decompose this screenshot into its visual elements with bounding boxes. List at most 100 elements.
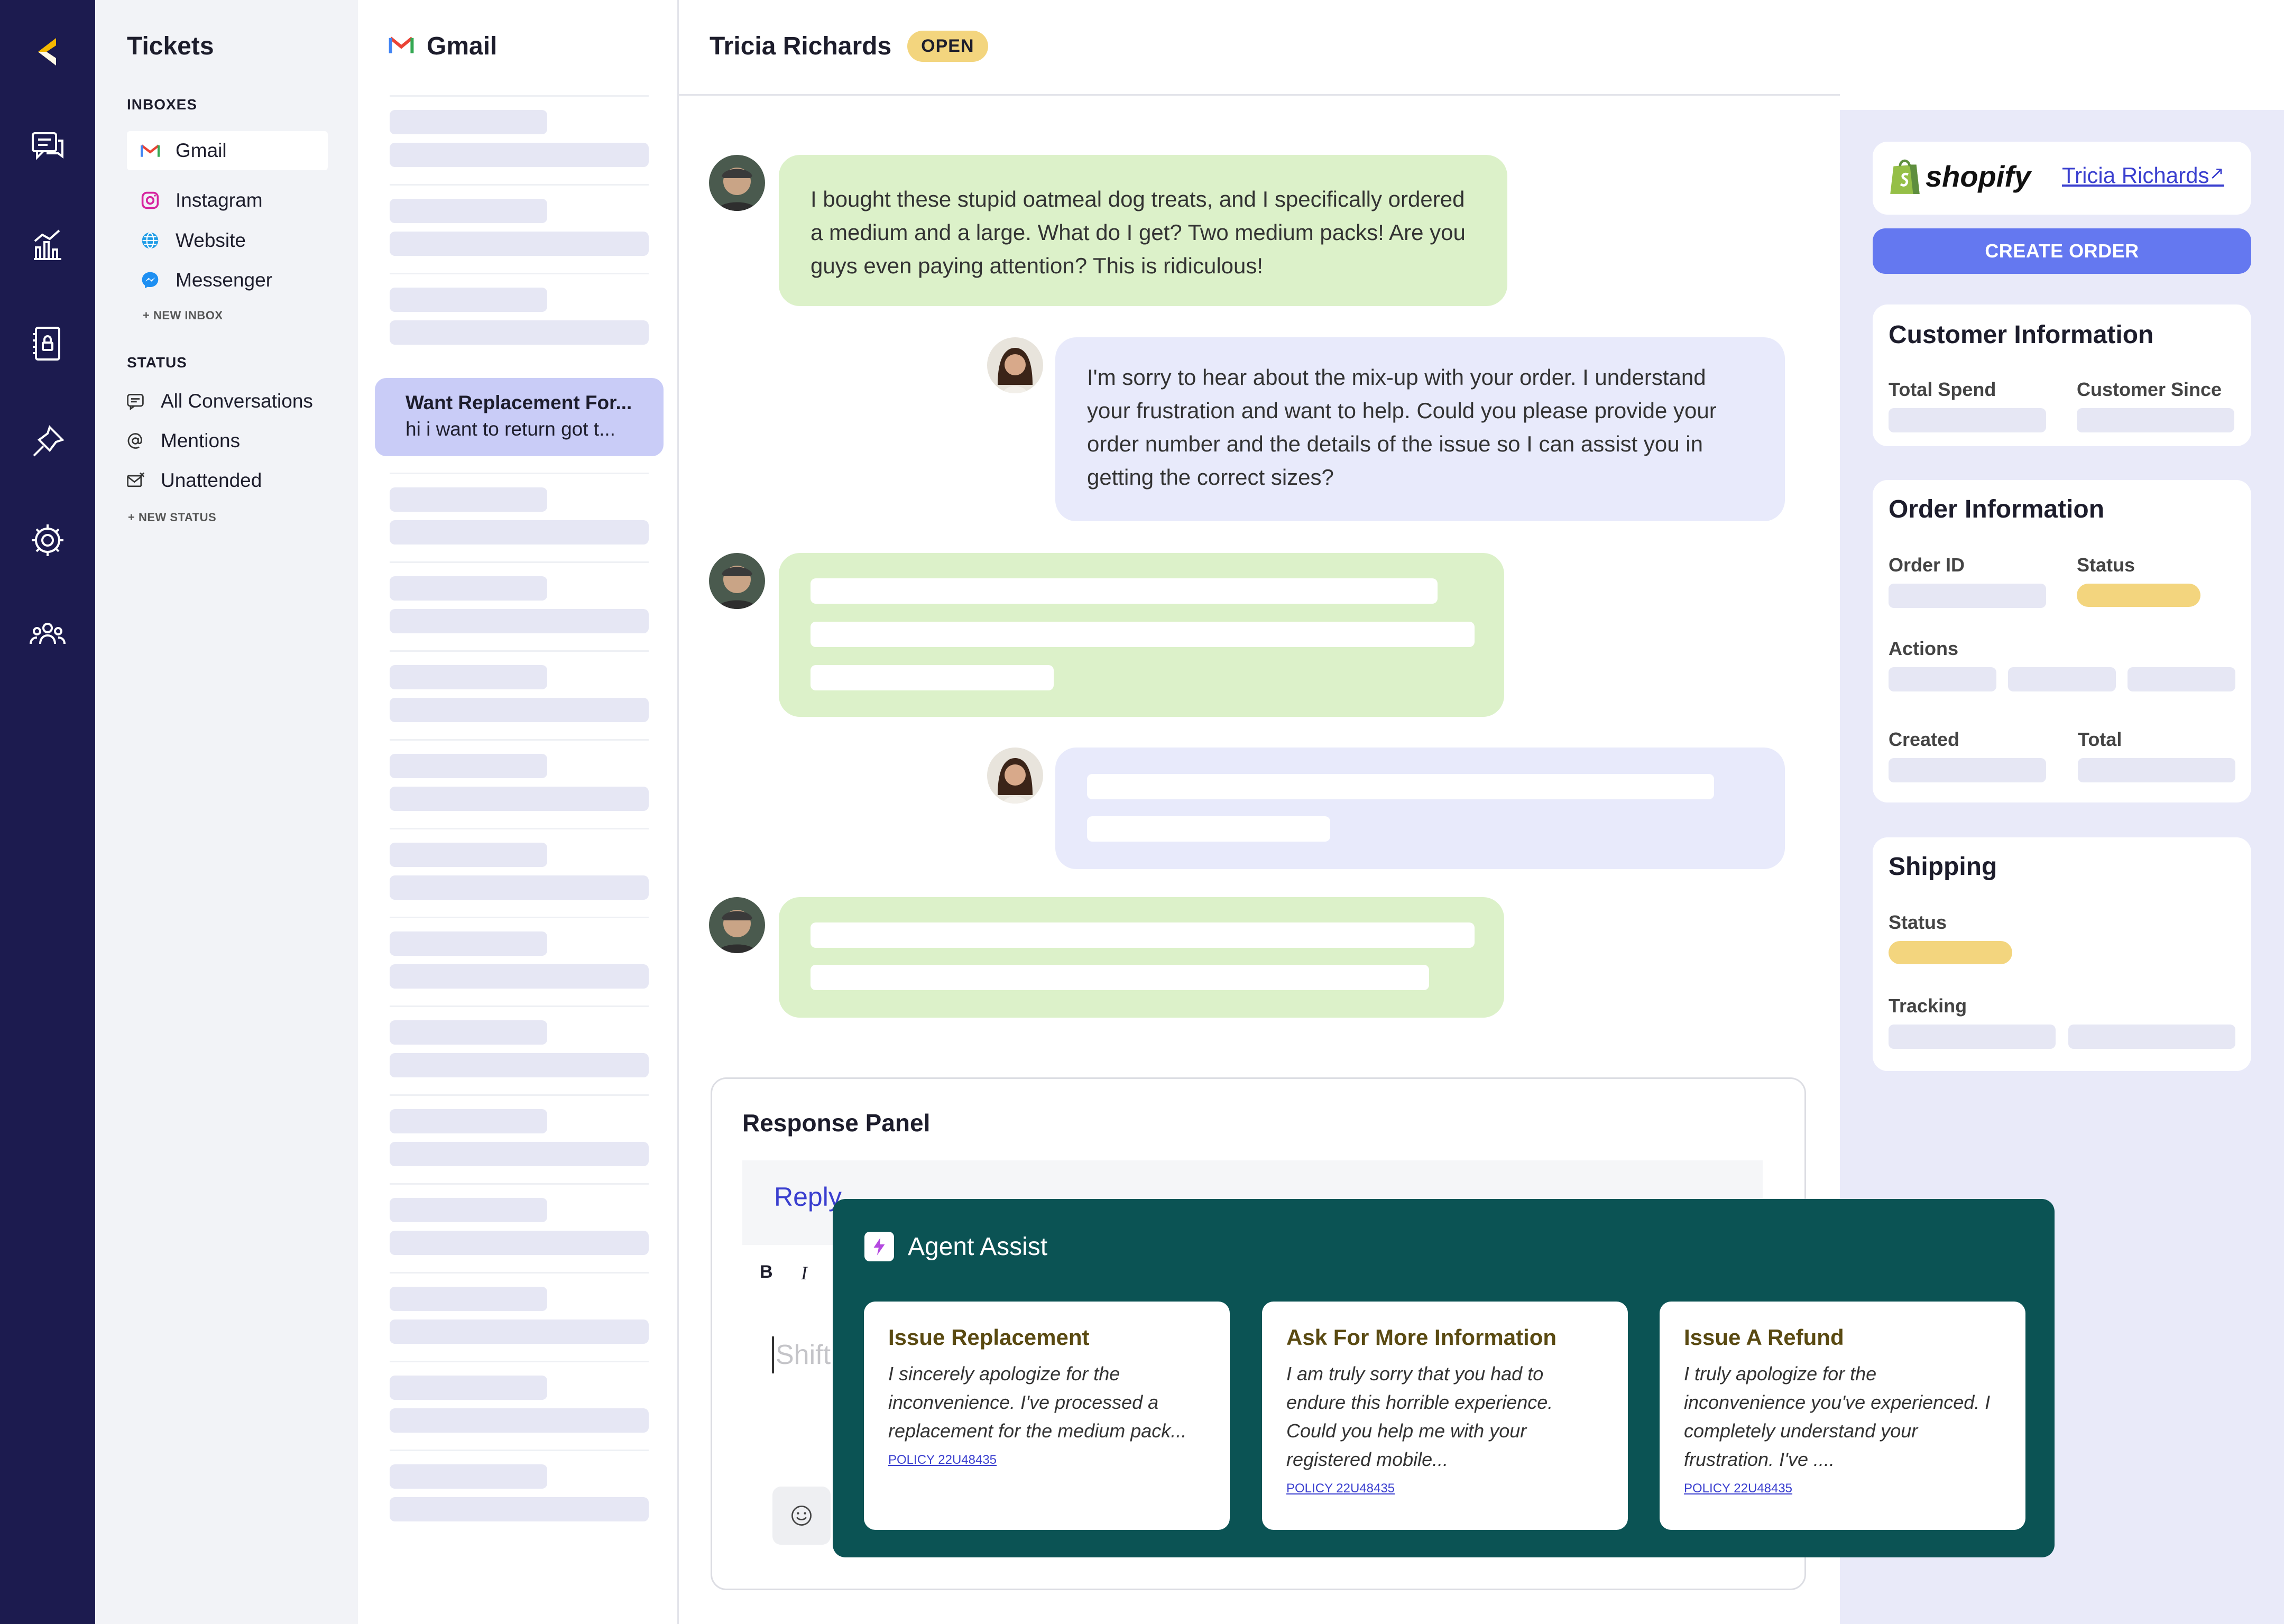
total-spend-label: Total Spend — [1889, 379, 1996, 400]
suggestion-card-refund[interactable]: Issue A Refund I truly apologize for the… — [1660, 1302, 2025, 1530]
value-skeleton — [1889, 408, 2046, 432]
bold-button[interactable]: B — [760, 1262, 773, 1282]
skeleton-line — [390, 1109, 547, 1133]
create-order-button[interactable]: CREATE ORDER — [1873, 228, 2251, 274]
ticket-row-skeleton[interactable] — [390, 487, 649, 551]
row-divider — [390, 1005, 649, 1007]
text-skeleton — [811, 665, 1054, 690]
ticket-row-skeleton[interactable] — [390, 754, 649, 817]
ticket-row-skeleton[interactable] — [390, 1287, 649, 1350]
row-divider — [390, 1094, 649, 1096]
suggestion-text: I truly apologize for the inconvenience … — [1684, 1363, 1991, 1470]
analytics-icon[interactable] — [26, 224, 69, 266]
reply-input[interactable]: Shift — [776, 1339, 831, 1371]
customer-profile-link[interactable]: Tricia Richards↗ — [2062, 163, 2224, 188]
policy-link[interactable]: POLICY 22U48435 — [888, 1453, 1205, 1468]
new-inbox-link[interactable]: + NEW INBOX — [143, 309, 223, 322]
text-cursor — [772, 1336, 774, 1373]
suggestion-card-replacement[interactable]: Issue Replacement I sincerely apologize … — [864, 1302, 1230, 1530]
suggestion-card-more-info[interactable]: Ask For More Information I am truly sorr… — [1262, 1302, 1628, 1530]
sidebar-item-messenger[interactable]: Messenger — [140, 261, 272, 300]
text-skeleton — [811, 965, 1429, 990]
globe-icon — [140, 230, 161, 251]
ticket-row-skeleton[interactable] — [390, 1464, 649, 1528]
sidebar-item-label: Unattended — [161, 469, 262, 491]
external-link-icon: ↗ — [2209, 163, 2225, 183]
status-pill-skeleton — [1889, 941, 2012, 964]
ticket-row-skeleton[interactable] — [390, 843, 649, 906]
policy-link[interactable]: POLICY 22U48435 — [1286, 1481, 1604, 1496]
contacts-book-icon[interactable] — [26, 322, 69, 365]
total-label: Total — [2078, 728, 2122, 750]
row-divider — [390, 1272, 649, 1274]
customer-avatar — [709, 897, 765, 953]
customer-message-placeholder — [779, 897, 1504, 1018]
ticket-row-skeleton[interactable] — [390, 1020, 649, 1084]
sidebar-item-label: Gmail — [176, 140, 227, 161]
customer-message-placeholder — [779, 553, 1504, 717]
envelope-icon — [125, 470, 146, 491]
actions-label: Actions — [1889, 638, 1959, 659]
row-divider — [390, 561, 649, 563]
app-logo-icon[interactable] — [26, 32, 69, 74]
conversations-icon[interactable] — [26, 126, 69, 168]
ticket-list-panel: Gmail Want Replacement For... hi i want … — [358, 0, 679, 1624]
shopify-card: shopify Tricia Richards↗ — [1873, 142, 2251, 215]
ticket-row-skeleton[interactable] — [390, 931, 649, 995]
reply-tab[interactable]: Reply — [774, 1182, 842, 1212]
ticket-row-selected[interactable]: Want Replacement For... hi i want to ret… — [375, 378, 664, 456]
gmail-icon — [140, 140, 161, 161]
ticket-row-skeleton[interactable] — [390, 1376, 649, 1439]
action-skeleton[interactable] — [1889, 667, 1996, 691]
ticket-row-skeleton[interactable] — [390, 665, 649, 728]
skeleton-line — [390, 1408, 649, 1433]
agent-avatar — [987, 337, 1043, 393]
text-skeleton — [811, 622, 1475, 647]
sidebar-item-instagram[interactable]: Instagram — [140, 181, 263, 220]
row-divider — [390, 739, 649, 741]
italic-button[interactable]: I — [801, 1262, 807, 1284]
customer-name: Tricia Richards — [710, 32, 892, 60]
skeleton-line — [390, 288, 547, 312]
skeleton-line — [390, 576, 547, 601]
skeleton-line — [390, 931, 547, 956]
action-skeleton[interactable] — [2128, 667, 2235, 691]
policy-link[interactable]: POLICY 22U48435 — [1684, 1481, 2001, 1496]
ticket-row-skeleton[interactable] — [390, 1109, 649, 1173]
customer-avatar — [709, 553, 765, 609]
pin-icon[interactable] — [26, 421, 69, 463]
sidebar-item-website[interactable]: Website — [140, 221, 246, 260]
value-skeleton — [2078, 758, 2235, 782]
at-icon — [125, 430, 146, 451]
skeleton-line — [390, 787, 649, 811]
sidebar-item-gmail[interactable]: Gmail — [140, 131, 227, 170]
skeleton-line — [390, 1198, 547, 1222]
sidebar-item-label: All Conversations — [161, 390, 313, 412]
new-status-link[interactable]: + NEW STATUS — [128, 511, 216, 524]
sidebar-item-all-conversations[interactable]: All Conversations — [125, 382, 313, 421]
ticket-row-skeleton[interactable] — [390, 288, 649, 351]
ticket-row-skeleton[interactable] — [390, 576, 649, 640]
team-icon[interactable] — [26, 613, 69, 656]
message-text: I'm sorry to hear about the mix-up with … — [1087, 365, 1717, 490]
sidebar-item-unattended[interactable]: Unattended — [125, 461, 262, 500]
skeleton-line — [390, 964, 649, 989]
skeleton-line — [390, 875, 649, 900]
ticket-row-skeleton[interactable] — [390, 110, 649, 173]
list-title: Gmail — [427, 32, 498, 60]
lightning-icon — [864, 1232, 894, 1261]
value-skeleton — [1889, 1025, 2056, 1049]
text-skeleton — [811, 578, 1438, 604]
skeleton-line — [390, 1020, 547, 1045]
settings-gear-icon[interactable] — [26, 519, 69, 561]
nav-title: Tickets — [127, 32, 214, 60]
ticket-row-skeleton[interactable] — [390, 1198, 649, 1261]
skeleton-line — [390, 143, 649, 167]
emoji-button[interactable] — [772, 1487, 831, 1545]
ticket-row-skeleton[interactable] — [390, 199, 649, 262]
sidebar-item-mentions[interactable]: Mentions — [125, 421, 240, 460]
value-skeleton — [2077, 408, 2234, 432]
conversation-header: Tricia Richards OPEN — [710, 31, 988, 62]
row-divider — [390, 473, 649, 474]
action-skeleton[interactable] — [2008, 667, 2116, 691]
